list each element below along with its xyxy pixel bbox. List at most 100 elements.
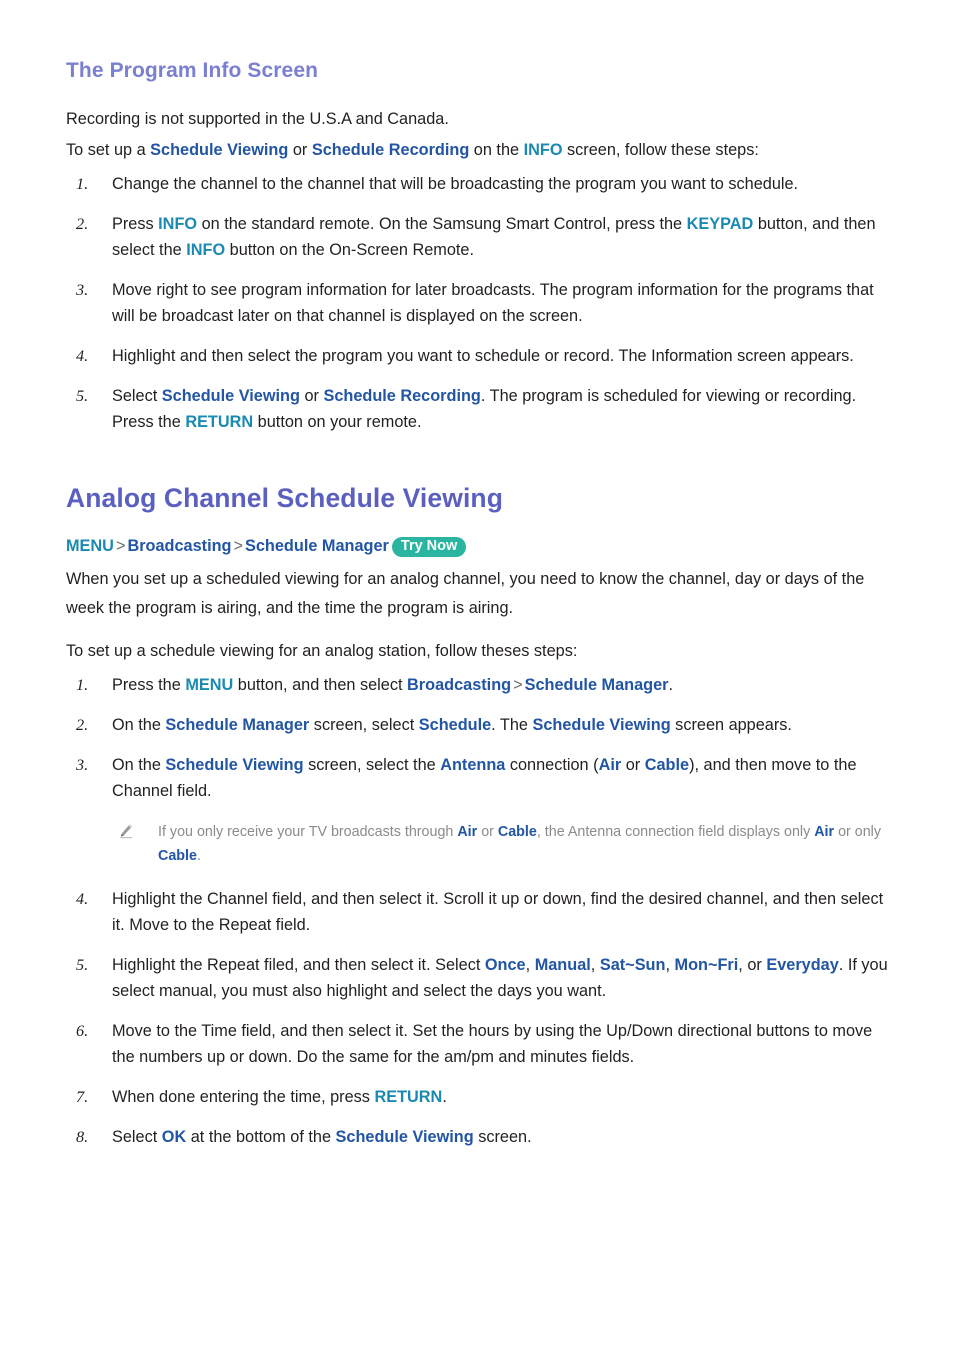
breadcrumb: MENU > Broadcasting > Schedule Manager Try No… [66,533,888,559]
link-manual[interactable]: Manual [535,956,591,974]
remote-button-return: RETURN [374,1087,443,1106]
text-fragment: on the standard remote. On the Samsung S… [197,215,687,234]
link-schedule-recording[interactable]: Schedule Recording [312,141,469,159]
text-fragment: . [442,1087,447,1106]
text-fragment: If you only receive your TV broadcasts t… [158,823,458,840]
text-fragment: , [665,955,675,974]
try-now-badge[interactable]: Try Now [391,536,467,557]
breadcrumb-item-menu[interactable]: MENU [66,537,114,555]
link-cable[interactable]: Cable [498,824,537,840]
text-fragment: Select [112,1127,162,1146]
list-item: 1. Change the channel to the channel tha… [66,171,888,197]
step-text: Change the channel to the channel that w… [112,175,799,194]
steps-list-program-info: 1. Change the channel to the channel tha… [66,171,888,435]
list-item: 5. Highlight the Repeat filed, and then … [66,952,888,1004]
text-fragment: screen, select the [303,755,441,774]
text-fragment: Press [112,215,159,234]
text-fragment: . The [491,715,533,734]
intro-paragraph-1: Recording is not supported in the U.S.A … [66,110,449,129]
note-block: If you only receive your TV broadcasts t… [112,820,888,868]
list-number: 1. [76,174,89,194]
link-sat-sun[interactable]: Sat~Sun [600,956,666,974]
link-schedule[interactable]: Schedule [419,716,491,734]
list-number: 8. [76,1126,89,1146]
list-item: 7. When done entering the time, press RE… [66,1084,888,1110]
list-number: 3. [76,754,89,774]
chevron-right-icon: > [233,536,244,555]
link-schedule-manager[interactable]: Schedule Manager [165,716,309,734]
text-fragment: on the [469,141,524,160]
steps-list-analog-schedule-cont: 4. Highlight the Channel field, and then… [66,886,888,1150]
section2-intro-1: When you set up a scheduled viewing for … [66,569,865,617]
text-fragment: button on your remote. [253,413,422,432]
list-number: 6. [76,1020,89,1040]
link-cable[interactable]: Cable [645,756,689,774]
section2-intro-2: To set up a schedule viewing for an anal… [66,641,578,660]
list-item: 8. Select OK at the bottom of the Schedu… [66,1124,888,1150]
text-fragment: screen appears. [670,715,792,734]
section-title: Analog Channel Schedule Viewing [66,483,503,514]
link-mon-fri[interactable]: Mon~Fri [675,956,739,974]
text-fragment: On the [112,755,166,774]
link-schedule-viewing[interactable]: Schedule Viewing [165,756,303,774]
text-fragment: screen, select [309,715,419,734]
step-text: Move to the Time field, and then select … [112,1021,873,1066]
text-fragment: Highlight the Repeat filed, and then sel… [112,955,485,974]
link-schedule-viewing[interactable]: Schedule Viewing [162,387,300,405]
list-item: 4. Highlight and then select the program… [66,343,888,369]
link-air[interactable]: Air [599,756,622,774]
text-fragment: screen. [473,1127,532,1146]
text-fragment: When done entering the time, press [112,1087,375,1106]
text-fragment: . [196,847,201,864]
breadcrumb-item-schedule-manager[interactable]: Schedule Manager [245,537,389,555]
chevron-right-icon: > [513,675,523,694]
text-fragment: , the Antenna connection field displays … [536,823,815,840]
link-broadcasting[interactable]: Broadcasting [407,676,511,694]
list-number: 3. [76,280,89,300]
breadcrumb-item-broadcasting[interactable]: Broadcasting [127,537,231,555]
list-item: 5. Select Schedule Viewing or Schedule R… [66,383,888,435]
link-schedule-recording[interactable]: Schedule Recording [323,387,480,405]
list-item: 2. On the Schedule Manager screen, selec… [66,712,888,738]
link-air[interactable]: Air [814,824,834,840]
step-text: Move right to see program information fo… [112,281,874,326]
text-fragment: at the bottom of the [186,1127,336,1146]
list-number: 2. [76,714,89,734]
list-item: 1. Press the MENU button, and then selec… [66,672,888,698]
text-fragment: or [288,141,312,160]
page-title: The Program Info Screen [66,59,319,82]
step-text: Highlight the Channel field, and then se… [112,889,884,934]
text-fragment: screen, follow these steps: [562,141,759,160]
text-fragment: , [525,955,535,974]
remote-button-info: INFO [158,215,198,234]
remote-button-info: INFO [186,241,226,260]
remote-button-menu: MENU [185,675,234,694]
link-schedule-viewing[interactable]: Schedule Viewing [533,716,671,734]
text-fragment: To set up a [66,141,151,160]
manual-page: The Program Info Screen Recording is not… [0,0,954,1350]
link-antenna[interactable]: Antenna [440,756,505,774]
link-ok[interactable]: OK [162,1128,186,1146]
list-item: 3. On the Schedule Viewing screen, selec… [66,752,888,804]
text-fragment: or [299,387,324,406]
list-item: 6. Move to the Time field, and then sele… [66,1018,888,1070]
link-air[interactable]: Air [457,824,477,840]
link-schedule-viewing[interactable]: Schedule Viewing [336,1128,474,1146]
text-fragment: connection ( [505,755,599,774]
text-fragment: , or [738,955,767,974]
link-schedule-manager[interactable]: Schedule Manager [525,676,669,694]
link-schedule-viewing[interactable]: Schedule Viewing [150,141,288,159]
link-cable[interactable]: Cable [158,848,197,864]
list-number: 4. [76,346,89,366]
pencil-icon [118,823,134,839]
list-number: 7. [76,1086,89,1106]
text-fragment: button on the On-Screen Remote. [225,241,474,260]
text-fragment: button, and then select [233,675,408,694]
remote-button-keypad: KEYPAD [686,215,754,234]
list-number: 1. [76,674,89,694]
link-once[interactable]: Once [485,956,526,974]
link-everyday[interactable]: Everyday [766,956,838,974]
text-fragment: Press the [112,675,186,694]
text-fragment: or [477,823,498,840]
remote-button-return: RETURN [185,413,254,432]
